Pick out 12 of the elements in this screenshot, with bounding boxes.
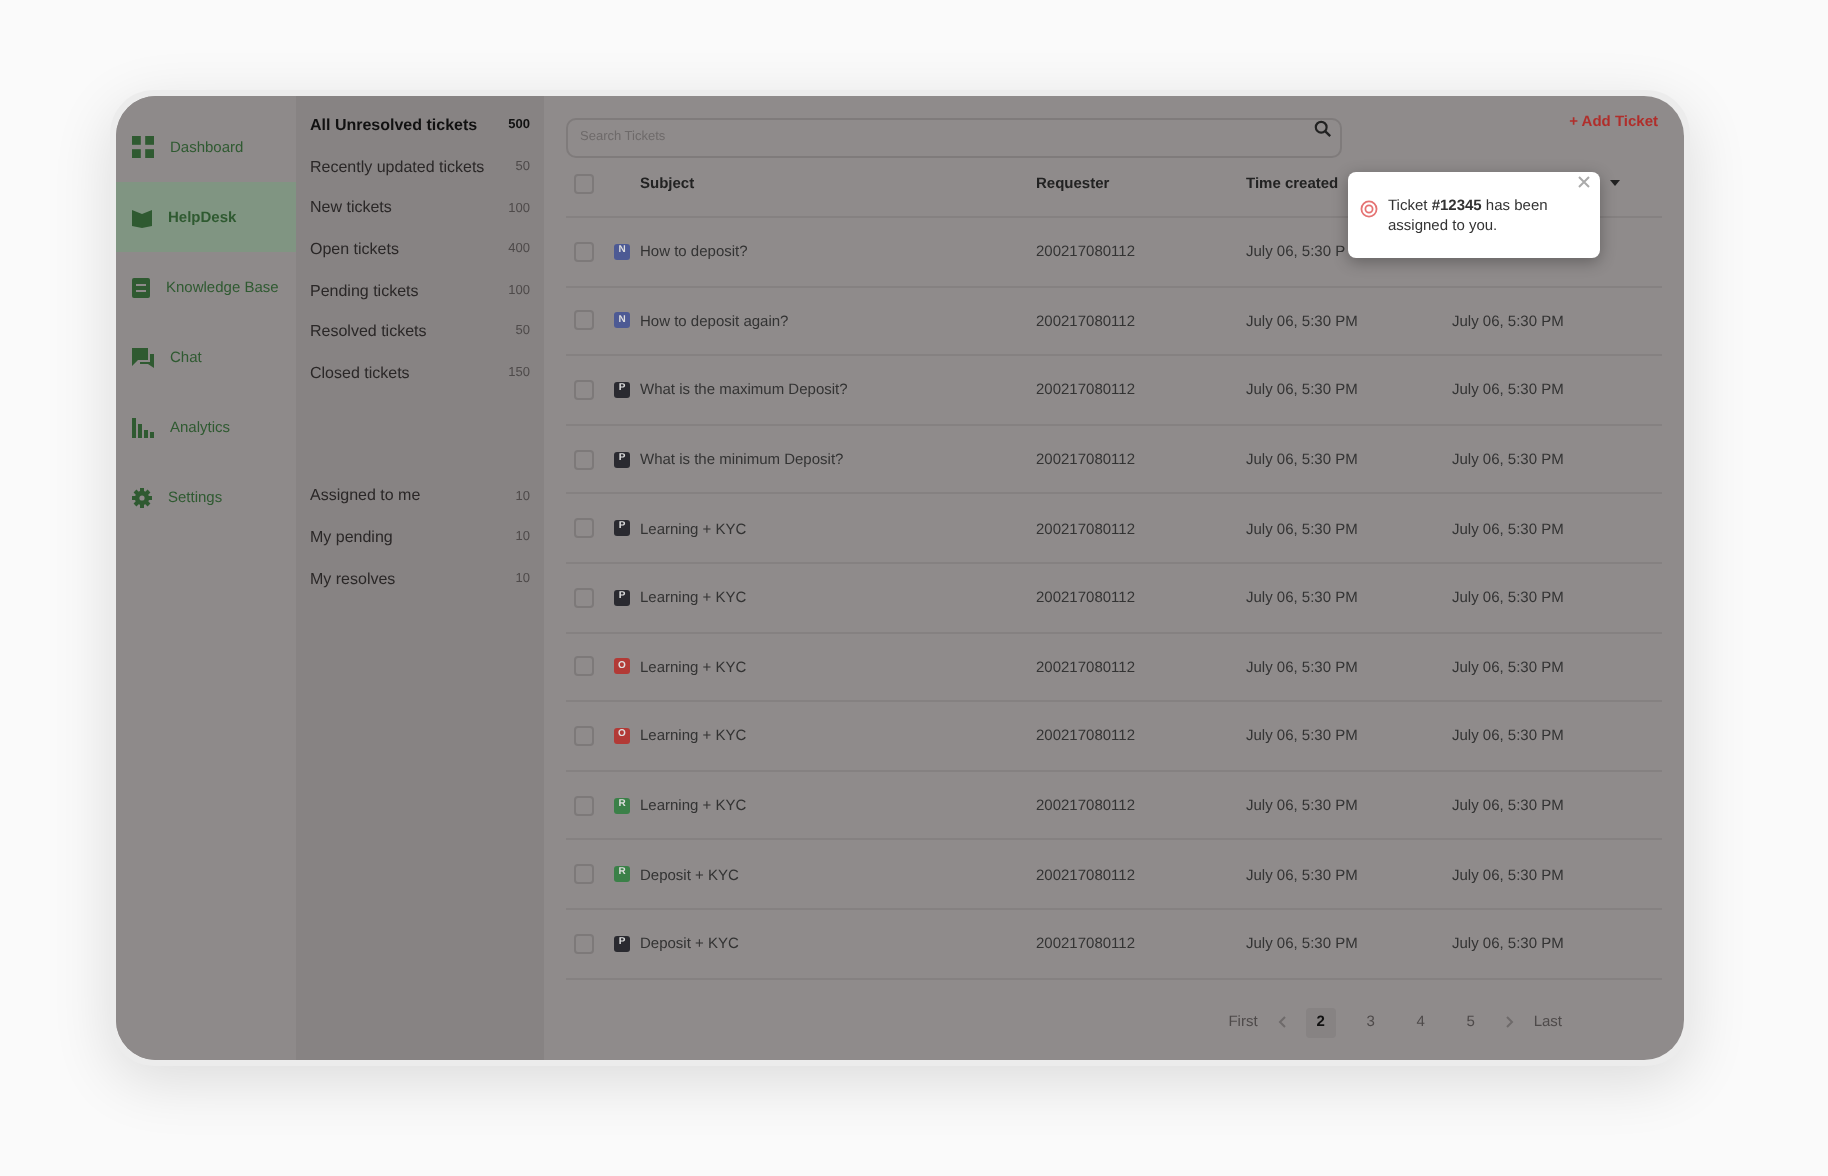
chat-icon (132, 347, 154, 367)
bar-chart-icon (132, 417, 154, 437)
document-icon (132, 277, 150, 297)
grid-icon (132, 136, 154, 158)
search-icon (1314, 119, 1332, 137)
caret-icon (1610, 179, 1620, 187)
book-icon (132, 207, 152, 227)
alert-icon (1360, 200, 1378, 218)
chevron-right-icon[interactable] (1505, 1016, 1514, 1029)
close-icon[interactable] (1578, 176, 1590, 188)
chevron-left-icon[interactable] (1277, 1016, 1286, 1029)
settings-icon (132, 487, 152, 507)
